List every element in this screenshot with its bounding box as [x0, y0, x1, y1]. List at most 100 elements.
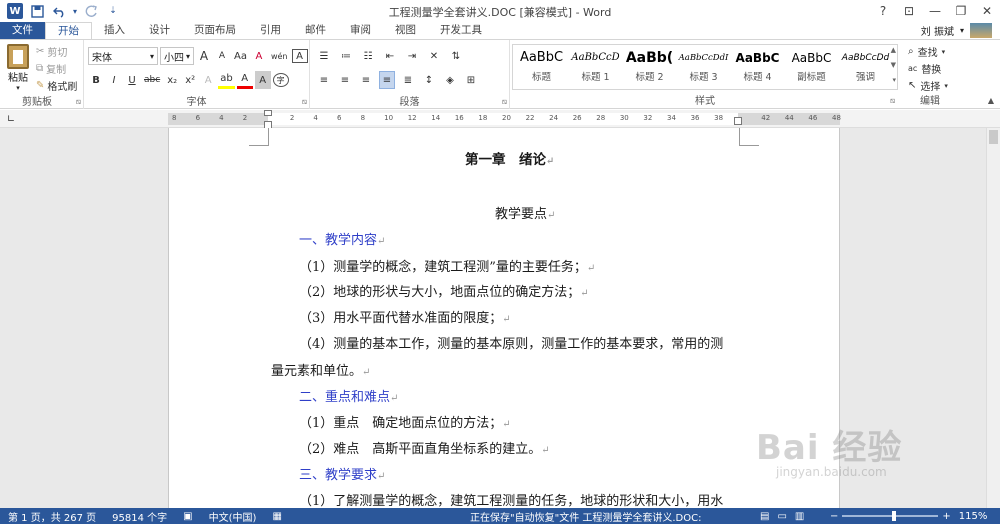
chinese-layout-icon[interactable]: ✕ [426, 47, 442, 65]
styles-more-icon[interactable]: ▾ [892, 76, 896, 84]
chapter-heading: 第一章 绪论↵ [465, 148, 554, 168]
tab-insert[interactable]: 插入 [92, 22, 137, 39]
page-count-status[interactable]: 第 1 页，共 267 页 [0, 509, 104, 524]
shading-icon[interactable]: ◈ [442, 71, 458, 89]
minimize-button[interactable]: — [922, 0, 948, 22]
tab-home[interactable]: 开始 [45, 22, 92, 39]
line-spacing-icon[interactable]: ↕ [421, 71, 437, 89]
word-count-status[interactable]: 95814 个字 [104, 509, 175, 524]
zoom-out-icon[interactable]: − [830, 511, 838, 522]
document-page[interactable]: 第一章 绪论↵ 教学要点↵ 一、教学内容↵ （1）测量学的概念，建筑工程测”量的… [168, 128, 840, 508]
clear-formatting-button[interactable]: A [251, 47, 267, 65]
style-heading-2[interactable]: AaBb(标题 2 [623, 47, 676, 87]
paragraph-text: （2）地球的形状与大小，地面点位的确定方法； [299, 285, 581, 300]
scrollbar-thumb[interactable] [989, 130, 998, 144]
macro-record-icon[interactable]: ▦ [264, 511, 289, 522]
underline-button[interactable]: U [124, 71, 140, 89]
paste-button[interactable]: 粘贴 ▾ [4, 44, 32, 92]
character-border-button[interactable]: A [291, 49, 308, 63]
font-size-combo[interactable]: 小四 ▾ [160, 47, 194, 65]
align-center-icon[interactable]: ≡ [337, 71, 353, 89]
zoom-level[interactable]: 115% [959, 511, 988, 522]
collapse-ribbon-icon[interactable]: ▲ [988, 96, 994, 105]
strikethrough-button[interactable]: abc [142, 71, 162, 89]
change-case-button[interactable]: Aa [232, 47, 249, 65]
vertical-scrollbar[interactable] [986, 128, 1000, 508]
paragraph-launcher-icon[interactable]: ⧅ [502, 97, 507, 107]
zoom-in-icon[interactable]: + [942, 511, 950, 522]
proofing-icon[interactable]: ▣ [175, 511, 200, 522]
help-button[interactable]: ? [870, 0, 896, 22]
close-button[interactable]: ✕ [974, 0, 1000, 22]
style-title[interactable]: AaBbC 标题 [515, 47, 568, 87]
find-button[interactable]: ⌕ 查找 ▾ [908, 44, 945, 59]
style-sample: AaBbCcD [571, 52, 620, 63]
tab-review[interactable]: 审阅 [338, 22, 383, 39]
font-launcher-icon[interactable]: ⧅ [302, 97, 307, 107]
subscript-button[interactable]: x₂ [164, 71, 180, 89]
language-status[interactable]: 中文(中国) [201, 509, 265, 524]
align-left-icon[interactable]: ≡ [316, 71, 332, 89]
style-heading-4[interactable]: AaBbC 标题 4 [731, 47, 784, 87]
tab-selector-icon[interactable]: ∟ [4, 112, 18, 126]
shrink-font-button[interactable]: A [214, 47, 230, 65]
text-effects-button[interactable]: A [200, 71, 216, 89]
format-painter-button[interactable]: ✎ 格式刷 [36, 78, 77, 93]
styles-scroll-up-icon[interactable]: ▲ [891, 46, 896, 54]
enclose-characters-button[interactable]: 字 [272, 73, 289, 87]
justify-icon[interactable]: ≡ [379, 71, 395, 89]
decrease-indent-icon[interactable]: ⇤ [382, 47, 398, 65]
font-color-button[interactable]: A [236, 71, 253, 89]
superscript-button[interactable]: x² [182, 71, 198, 89]
style-emphasis[interactable]: AaBbCcDd 强调 [839, 47, 892, 87]
clipboard-launcher-icon[interactable]: ⧅ [76, 97, 81, 107]
tab-developer[interactable]: 开发工具 [428, 22, 494, 39]
align-right-icon[interactable]: ≡ [358, 71, 374, 89]
tab-page-layout[interactable]: 页面布局 [182, 22, 248, 39]
numbering-icon[interactable]: ≔ [338, 47, 354, 65]
user-account[interactable]: 刘 振斌 ▾ [921, 22, 992, 39]
zoom-slider[interactable] [842, 511, 939, 521]
replace-button[interactable]: ac 替换 [908, 61, 941, 76]
restore-button[interactable]: ❐ [948, 0, 974, 22]
cut-button[interactable]: ✂ 剪切 [36, 44, 67, 59]
sort-icon[interactable]: ⇅ [448, 47, 464, 65]
styles-gallery[interactable]: AaBbC 标题 AaBbCcD 标题 1 AaBb(标题 2 AaBbCcDdI 标… [512, 44, 898, 90]
font-name-combo[interactable]: 宋体 ▾ [88, 47, 158, 65]
tab-references[interactable]: 引用 [248, 22, 293, 39]
paragraph-mark: ↵ [586, 263, 596, 274]
tab-mailings[interactable]: 邮件 [293, 22, 338, 39]
italic-button[interactable]: I [106, 71, 122, 89]
first-line-indent-marker[interactable] [264, 110, 272, 116]
style-heading-1[interactable]: AaBbCcD 标题 1 [569, 47, 622, 87]
select-button[interactable]: ↖ 选择 ▾ [908, 78, 948, 93]
ruler-tick-label: 42 [761, 114, 771, 122]
paragraph-item-2: （2）地球的形状与大小，地面点位的确定方法；↵ [299, 281, 589, 300]
distributed-icon[interactable]: ≣ [400, 71, 416, 89]
zoom-slider-thumb[interactable] [892, 511, 897, 521]
styles-launcher-icon[interactable]: ⧅ [890, 96, 895, 106]
grow-font-button[interactable]: A [196, 47, 212, 65]
read-mode-icon[interactable]: ▤ [760, 511, 769, 522]
ribbon-display-options-icon[interactable]: ⊡ [896, 0, 922, 22]
bullets-icon[interactable]: ☰ [316, 47, 332, 65]
borders-icon[interactable]: ⊞ [463, 71, 479, 89]
clipboard-icon [7, 44, 29, 69]
print-layout-icon[interactable]: ▭ [777, 511, 786, 522]
increase-indent-icon[interactable]: ⇥ [404, 47, 420, 65]
style-subtitle[interactable]: AaBbC 副标题 [785, 47, 838, 87]
horizontal-ruler[interactable]: 8 6 4 2 2 4 6 8 10 12 14 16 18 20 22 24 26 28 30 32 34 36 38 42… [168, 110, 841, 129]
right-indent-marker[interactable] [734, 117, 742, 125]
web-layout-icon[interactable]: ▥ [795, 511, 804, 522]
multilevel-list-icon[interactable]: ☷ [360, 47, 376, 65]
tab-view[interactable]: 视图 [383, 22, 428, 39]
style-heading-3[interactable]: AaBbCcDdI 标题 3 [677, 47, 730, 87]
phonetic-guide-button[interactable]: wén [269, 47, 290, 65]
character-shading-button[interactable]: A [254, 71, 271, 89]
highlight-button[interactable]: ab [218, 71, 235, 89]
bold-button[interactable]: B [88, 71, 104, 89]
tab-design[interactable]: 设计 [137, 22, 182, 39]
styles-scroll-down-icon[interactable]: ▼ [891, 61, 896, 69]
copy-button[interactable]: ⧉ 复制 [36, 61, 66, 76]
tab-file[interactable]: 文件 [0, 22, 45, 39]
